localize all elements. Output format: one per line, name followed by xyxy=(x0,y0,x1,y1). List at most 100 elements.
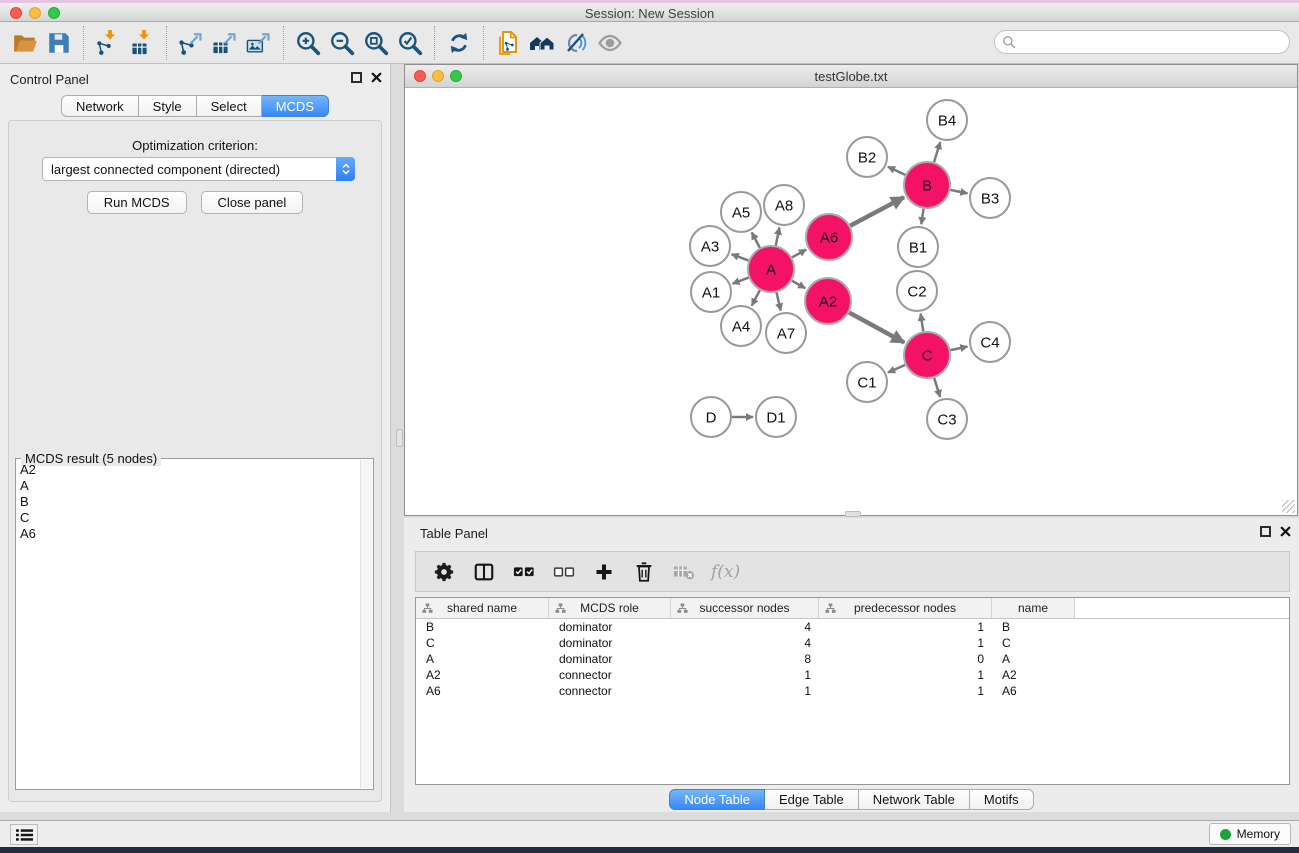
graph-node[interactable]: A4 xyxy=(721,306,761,346)
list-item[interactable]: A2 xyxy=(20,462,358,478)
graph-node[interactable]: A1 xyxy=(691,272,731,312)
list-item[interactable]: B xyxy=(20,494,358,510)
run-mcds-button[interactable]: Run MCDS xyxy=(87,191,187,214)
table-row[interactable]: Bdominator41B xyxy=(416,619,1289,635)
graph-node[interactable]: A3 xyxy=(690,226,730,266)
list-item[interactable]: A6 xyxy=(20,526,358,542)
table-cell: 1 xyxy=(671,684,819,698)
function-builder-button[interactable]: f(x) xyxy=(711,559,740,585)
table-cell: dominator xyxy=(549,652,671,666)
zoom-fit-button[interactable] xyxy=(359,26,393,60)
graph-node[interactable]: C4 xyxy=(970,322,1010,362)
list-item[interactable]: C xyxy=(20,510,358,526)
graph-node[interactable]: D xyxy=(691,397,731,437)
graph-node[interactable]: B2 xyxy=(847,137,887,177)
graph-node-label: D1 xyxy=(766,409,785,426)
panel-divider-handle-vertical[interactable] xyxy=(396,429,403,447)
zoom-in-button[interactable] xyxy=(291,26,325,60)
tab-edge-table[interactable]: Edge Table xyxy=(765,789,859,810)
tab-node-table[interactable]: Node Table xyxy=(669,789,765,810)
show-view-button[interactable] xyxy=(593,26,627,60)
graph-node-label: B xyxy=(922,177,932,194)
unselect-all-columns-button[interactable] xyxy=(551,559,577,585)
export-image-button[interactable] xyxy=(242,26,276,60)
close-icon xyxy=(371,72,382,83)
graph-node[interactable]: A5 xyxy=(721,192,761,232)
graph-node-label: A5 xyxy=(732,204,750,221)
open-session-button[interactable] xyxy=(8,26,42,60)
save-session-button[interactable] xyxy=(42,26,76,60)
float-panel-icon[interactable] xyxy=(1260,526,1271,537)
zoom-selected-button[interactable] xyxy=(393,26,427,60)
graph-node[interactable]: C2 xyxy=(897,271,937,311)
zoom-out-button[interactable] xyxy=(325,26,359,60)
memory-status-button[interactable]: Memory xyxy=(1209,823,1291,845)
column-header-mcds-role[interactable]: MCDS role xyxy=(549,598,671,618)
window-resize-grip[interactable] xyxy=(1282,500,1295,513)
column-header-predecessor-nodes[interactable]: predecessor nodes xyxy=(819,598,992,618)
panel-divider-handle-horizontal[interactable] xyxy=(845,511,861,517)
import-network-button[interactable] xyxy=(91,26,125,60)
plus-icon xyxy=(593,561,615,583)
task-history-button[interactable] xyxy=(10,824,38,845)
document-network-icon xyxy=(495,30,521,56)
graph-node[interactable]: A7 xyxy=(766,313,806,353)
graph-node-label: C1 xyxy=(857,374,876,391)
mcds-result-list: A2ABCA6 xyxy=(20,462,358,786)
graph-node[interactable]: A2 xyxy=(805,278,851,324)
memory-status-dot xyxy=(1220,829,1231,840)
column-header-successor-nodes[interactable]: successor nodes xyxy=(671,598,819,618)
graph-node[interactable]: A8 xyxy=(764,185,804,225)
show-column-button[interactable] xyxy=(471,559,497,585)
tab-motifs[interactable]: Motifs xyxy=(970,789,1034,810)
tab-network[interactable]: Network xyxy=(61,95,139,117)
tab-select[interactable]: Select xyxy=(197,95,262,117)
open-folder-icon xyxy=(12,30,38,56)
network-from-selection-button[interactable] xyxy=(491,26,525,60)
graph-node[interactable]: A xyxy=(748,246,794,292)
export-network-button[interactable] xyxy=(174,26,208,60)
delete-table-button[interactable] xyxy=(671,559,697,585)
graph-node[interactable]: C3 xyxy=(927,399,967,439)
table-cell: 8 xyxy=(671,652,819,666)
search-input[interactable] xyxy=(1016,32,1289,52)
zoom-in-icon xyxy=(295,30,321,56)
table-row[interactable]: A6connector11A6 xyxy=(416,683,1289,699)
list-item[interactable]: A xyxy=(20,478,358,494)
select-all-columns-button[interactable] xyxy=(511,559,537,585)
graph-node[interactable]: A6 xyxy=(806,214,852,260)
table-row[interactable]: Cdominator41C xyxy=(416,635,1289,651)
graph-edge xyxy=(888,167,905,175)
graph-node[interactable]: C xyxy=(904,332,950,378)
column-header-name[interactable]: name xyxy=(992,598,1075,618)
graph-node-label: A6 xyxy=(820,229,838,246)
refresh-view-button[interactable] xyxy=(442,26,476,60)
table-row[interactable]: Adominator80A xyxy=(416,651,1289,667)
graph-edge xyxy=(934,378,940,397)
network-canvas[interactable]: B4 B2 B B3 A8 A5 A6 A3 B1 A A1 C2 A2 A4A7 C4 C C1 D D1 C3 xyxy=(405,88,1297,515)
tab-style[interactable]: Style xyxy=(139,95,197,117)
graph-node[interactable]: B3 xyxy=(970,178,1010,218)
cybrowser-home-button[interactable] xyxy=(525,26,559,60)
delete-columns-button[interactable] xyxy=(631,559,657,585)
graph-node[interactable]: C1 xyxy=(847,362,887,402)
criterion-select[interactable]: largest connected component (directed) xyxy=(42,157,355,181)
import-table-button[interactable] xyxy=(125,26,159,60)
create-column-button[interactable] xyxy=(591,559,617,585)
graph-node[interactable]: D1 xyxy=(756,397,796,437)
float-panel-icon[interactable] xyxy=(351,72,362,83)
tab-network-table[interactable]: Network Table xyxy=(859,789,970,810)
graph-node[interactable]: B1 xyxy=(898,227,938,267)
close-panel-icon[interactable] xyxy=(371,72,382,83)
tab-mcds[interactable]: MCDS xyxy=(262,95,329,117)
hide-details-button[interactable] xyxy=(559,26,593,60)
column-header-shared-name[interactable]: shared name xyxy=(416,598,549,618)
result-scrollbar[interactable] xyxy=(360,460,372,788)
export-table-button[interactable] xyxy=(208,26,242,60)
close-panel-icon[interactable] xyxy=(1280,526,1291,537)
table-row[interactable]: A2connector11A2 xyxy=(416,667,1289,683)
table-mode-button[interactable] xyxy=(431,559,457,585)
graph-node[interactable]: B xyxy=(904,162,950,208)
graph-node[interactable]: B4 xyxy=(927,100,967,140)
close-panel-button[interactable]: Close panel xyxy=(201,191,304,214)
